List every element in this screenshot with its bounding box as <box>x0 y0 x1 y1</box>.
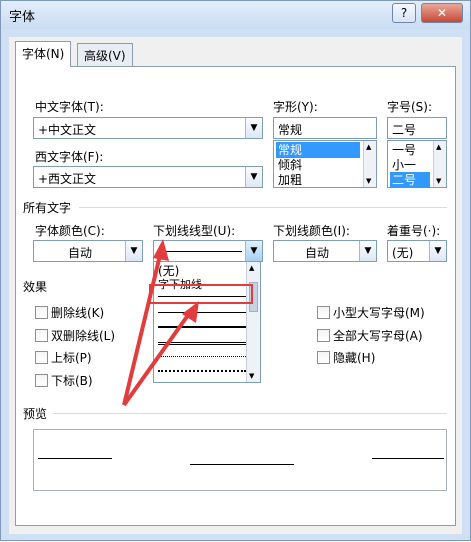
font-dialog: 字体 ? ✕ 字体(N) 高级(V) 中文字体(T): +中文正文 ▼ 西文字体… <box>0 0 471 541</box>
annotation-arrows <box>122 239 199 407</box>
